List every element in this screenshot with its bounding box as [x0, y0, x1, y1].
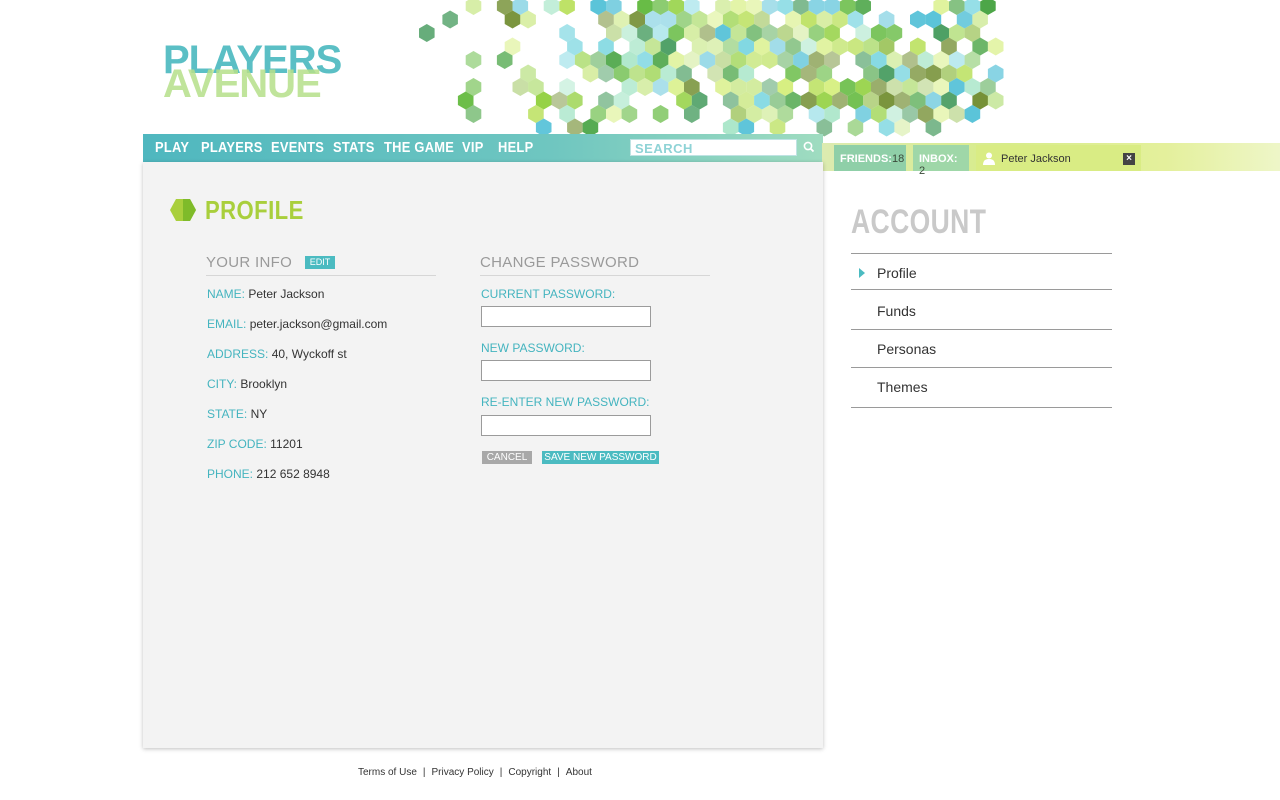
reenter-password-field[interactable]: [481, 415, 651, 436]
account-title: ACCOUNT: [851, 203, 987, 241]
selected-arrow-icon: [859, 268, 865, 278]
footer: Terms of Use | Privacy Policy | Copyright | Ab…: [358, 767, 592, 778]
hexagon-shape: [559, 0, 575, 15]
info-name: NAME: Peter Jackson: [207, 287, 324, 301]
account-item-funds[interactable]: Funds: [877, 303, 916, 319]
nav-stats[interactable]: STATS: [333, 139, 375, 156]
search-input[interactable]: SEARCH: [630, 139, 797, 156]
hexagon-banner: [419, 0, 1004, 137]
hexagon-shape: [987, 37, 1004, 56]
hexagon-shape: [465, 51, 482, 69]
current-password-label: CURRENT PASSWORD:: [481, 287, 616, 301]
nav-players[interactable]: PLAYERS: [201, 139, 263, 156]
account-divider: [851, 289, 1112, 290]
account-item-profile[interactable]: Profile: [877, 265, 917, 281]
inbox-label: INBOX:: [919, 153, 958, 165]
change-password-divider: [480, 275, 710, 276]
nav-play[interactable]: PLAY: [155, 139, 189, 156]
cancel-button[interactable]: CANCEL: [482, 451, 532, 464]
hexagon-icon: [170, 199, 196, 221]
account-item-personas[interactable]: Personas: [877, 341, 936, 357]
hexagon-shape: [543, 0, 560, 15]
info-zip-label: ZIP CODE:: [207, 437, 267, 451]
info-city: CITY: Brooklyn: [207, 377, 287, 391]
hexagon-shape: [910, 10, 926, 29]
search-icon[interactable]: [800, 139, 818, 156]
footer-link-privacy[interactable]: Privacy Policy: [432, 767, 494, 778]
brand-logo[interactable]: PLAYERS AVENUE: [163, 40, 342, 106]
your-info-heading: YOUR INFO: [206, 254, 293, 271]
info-phone: PHONE: 212 652 8948: [207, 467, 330, 481]
footer-link-copyright[interactable]: Copyright: [508, 767, 551, 778]
info-zip: ZIP CODE: 11201: [207, 437, 303, 451]
user-icon: [983, 152, 995, 165]
info-zip-value: 11201: [270, 437, 303, 451]
friends-badge[interactable]: FRIENDS:18: [834, 145, 906, 171]
info-phone-value: 212 652 8948: [256, 467, 330, 481]
hexagon-shape: [652, 105, 669, 123]
save-new-password-button[interactable]: SAVE NEW PASSWORD: [542, 451, 659, 464]
nav-the-game[interactable]: THE GAME: [384, 139, 454, 156]
new-password-field[interactable]: [481, 360, 651, 381]
account-divider: [851, 329, 1112, 330]
account-item-themes[interactable]: Themes: [877, 379, 928, 395]
nav-help[interactable]: HELP: [498, 139, 533, 156]
nav-events[interactable]: EVENTS: [271, 139, 324, 156]
user-menu[interactable]: Peter Jackson: [976, 145, 1141, 171]
close-icon[interactable]: ×: [1123, 153, 1135, 165]
new-password-label: NEW PASSWORD:: [481, 341, 585, 355]
reenter-password-label: RE-ENTER NEW PASSWORD:: [481, 395, 650, 409]
edit-button[interactable]: EDIT: [305, 256, 335, 269]
hexagon-shape: [419, 24, 435, 42]
info-city-label: CITY:: [207, 377, 238, 391]
info-phone-label: PHONE:: [207, 467, 254, 481]
your-info-divider: [206, 275, 436, 276]
info-email-value: peter.jackson@gmail.com: [249, 317, 388, 331]
user-name: Peter Jackson: [1001, 153, 1071, 165]
friends-count: 18: [891, 153, 905, 165]
account-divider: [851, 407, 1112, 408]
brand-line-2: AVENUE: [163, 62, 322, 106]
inbox-count: 2: [919, 165, 926, 177]
info-name-value: Peter Jackson: [248, 287, 325, 301]
info-email: EMAIL: peter.jackson@gmail.com: [207, 317, 387, 331]
page-title: PROFILE: [205, 195, 304, 225]
account-divider: [851, 253, 1112, 254]
hexagon-shape: [442, 10, 458, 29]
info-state-value: NY: [250, 407, 268, 421]
info-address: ADDRESS: 40, Wyckoff st: [207, 347, 347, 361]
info-state: STATE: NY: [207, 407, 267, 421]
inbox-badge[interactable]: INBOX: 2: [913, 145, 969, 177]
footer-link-terms[interactable]: Terms of Use: [358, 767, 417, 778]
info-address-label: ADDRESS:: [207, 347, 269, 361]
account-divider: [851, 367, 1112, 368]
footer-link-about[interactable]: About: [566, 767, 592, 778]
info-state-label: STATE:: [207, 407, 248, 421]
current-password-field[interactable]: [481, 306, 651, 327]
nav-vip[interactable]: VIP: [462, 139, 484, 156]
info-email-label: EMAIL:: [207, 317, 247, 331]
friends-label: FRIENDS:: [840, 153, 892, 165]
change-password-heading: CHANGE PASSWORD: [480, 254, 640, 271]
info-city-value: Brooklyn: [240, 377, 288, 391]
info-address-value: 40, Wyckoff st: [271, 347, 347, 361]
hexagon-shape: [465, 0, 482, 15]
info-name-label: NAME:: [207, 287, 246, 301]
